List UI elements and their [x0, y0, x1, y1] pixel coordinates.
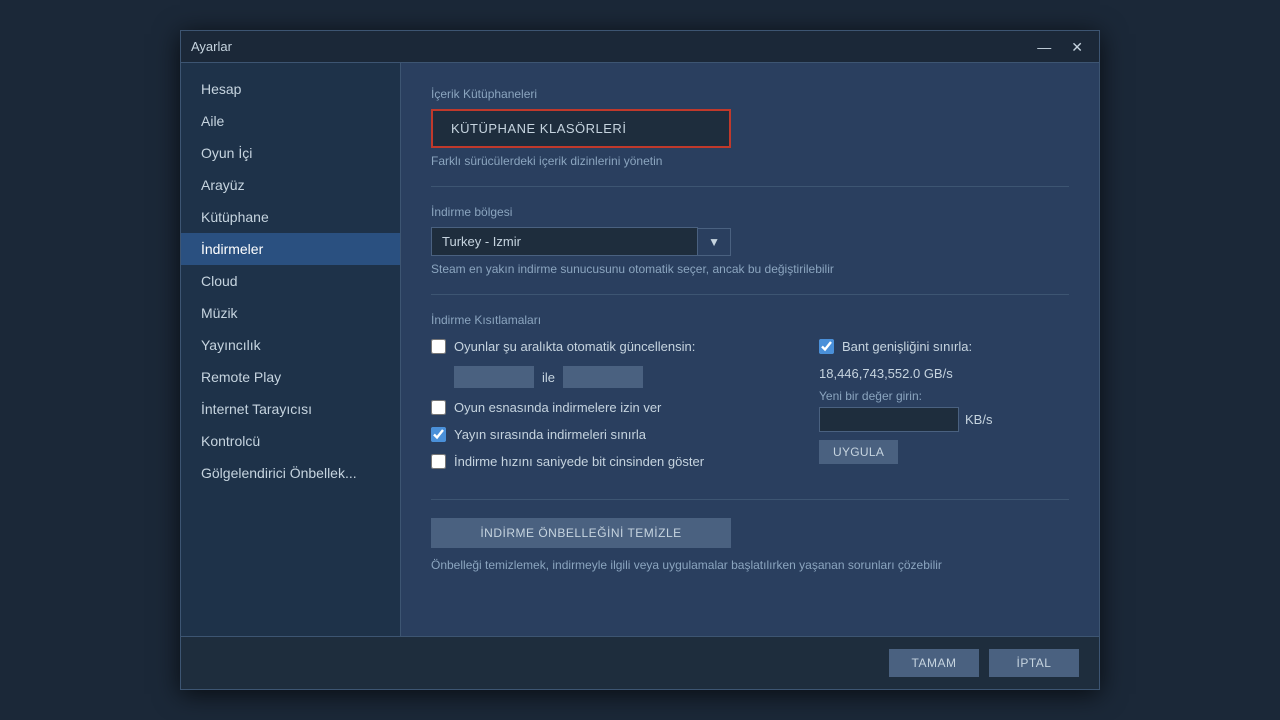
sidebar: HesapAileOyun İçiArayüzKütüphaneİndirmel…	[181, 63, 401, 636]
new-value-row: KB/s	[819, 407, 1069, 432]
select-arrow-icon: ▼	[698, 228, 731, 256]
sidebar-item-kontrolcu[interactable]: Kontrolcü	[181, 425, 400, 457]
sidebar-item-remote-play[interactable]: Remote Play	[181, 361, 400, 393]
sidebar-item-cloud[interactable]: Cloud	[181, 265, 400, 297]
restrictions-section-label: İndirme Kısıtlamaları	[431, 313, 1069, 327]
sidebar-item-aile[interactable]: Aile	[181, 105, 400, 137]
titlebar-controls: — ✕	[1031, 38, 1089, 56]
divider-2	[431, 294, 1069, 295]
restrictions-right: Bant genişliğini sınırla: 18,446,743,552…	[819, 339, 1069, 481]
settings-dialog: Ayarlar — ✕ HesapAileOyun İçiArayüzKütüp…	[180, 30, 1100, 690]
sidebar-item-hesap[interactable]: Hesap	[181, 73, 400, 105]
kbs-label: KB/s	[965, 412, 992, 427]
library-sub-text: Farklı sürücülerdeki içerik dizinlerini …	[431, 154, 1069, 168]
bandwidth-checkbox[interactable]	[819, 339, 834, 354]
time-to-input[interactable]	[563, 366, 643, 388]
show-speed-row: İndirme hızını saniyede bit cinsinden gö…	[431, 454, 779, 469]
clear-cache-button[interactable]: İNDİRME ÖNBELLEĞİNİ TEMİZLE	[431, 518, 731, 548]
library-section-label: İçerik Kütüphaneleri	[431, 87, 1069, 101]
sidebar-item-arayuz[interactable]: Arayüz	[181, 169, 400, 201]
apply-button[interactable]: UYGULA	[819, 440, 898, 464]
bandwidth-label: Bant genişliğini sınırla:	[842, 339, 972, 354]
new-value-input[interactable]	[819, 407, 959, 432]
time-from-input[interactable]	[454, 366, 534, 388]
download-region-label: İndirme bölgesi	[431, 205, 1069, 219]
close-button[interactable]: ✕	[1065, 38, 1089, 56]
divider-1	[431, 186, 1069, 187]
sidebar-item-kutuphane[interactable]: Kütüphane	[181, 201, 400, 233]
region-note: Steam en yakın indirme sunucusunu otomat…	[431, 262, 1069, 276]
dialog-title: Ayarlar	[191, 39, 232, 54]
sidebar-item-golgelendirici-onbellek[interactable]: Gölgelendirici Önbellek...	[181, 457, 400, 489]
cancel-button[interactable]: İPTAL	[989, 649, 1079, 677]
titlebar: Ayarlar — ✕	[181, 31, 1099, 63]
time-between-label: ile	[542, 370, 555, 385]
restrictions-left: Oyunlar şu aralıkta otomatik güncellensi…	[431, 339, 779, 481]
divider-3	[431, 499, 1069, 500]
bandwidth-value: 18,446,743,552.0 GB/s	[819, 366, 1069, 381]
dialog-body: HesapAileOyun İçiArayüzKütüphaneİndirmel…	[181, 63, 1099, 636]
region-select[interactable]: Turkey - IzmirTurkey - IstanbulGermany -…	[431, 227, 698, 256]
broadcast-checkbox[interactable]	[431, 427, 446, 442]
show-speed-checkbox[interactable]	[431, 454, 446, 469]
restrictions-grid: Oyunlar şu aralıkta otomatik güncellensi…	[431, 339, 1069, 481]
ok-button[interactable]: TAMAM	[889, 649, 979, 677]
sidebar-item-indirmeler[interactable]: İndirmeler	[181, 233, 400, 265]
auto-update-label: Oyunlar şu aralıkta otomatik güncellensi…	[454, 339, 695, 354]
content-area: İçerik Kütüphaneleri KÜTÜPHANE KLASÖRLER…	[401, 63, 1099, 636]
broadcast-row: Yayın sırasında indirmeleri sınırla	[431, 427, 779, 442]
library-folders-button[interactable]: KÜTÜPHANE KLASÖRLERİ	[431, 109, 731, 148]
sidebar-item-muzik[interactable]: Müzik	[181, 297, 400, 329]
time-range-row: ile	[454, 366, 779, 388]
show-speed-label: İndirme hızını saniyede bit cinsinden gö…	[454, 454, 704, 469]
minimize-button[interactable]: —	[1031, 38, 1057, 56]
sidebar-item-internet-tarayicisi[interactable]: İnternet Tarayıcısı	[181, 393, 400, 425]
clear-cache-note: Önbelleği temizlemek, indirmeyle ilgili …	[431, 558, 1069, 572]
in-game-checkbox[interactable]	[431, 400, 446, 415]
in-game-row: Oyun esnasında indirmelere izin ver	[431, 400, 779, 415]
sidebar-item-oyun-ici[interactable]: Oyun İçi	[181, 137, 400, 169]
broadcast-label: Yayın sırasında indirmeleri sınırla	[454, 427, 646, 442]
auto-update-row: Oyunlar şu aralıkta otomatik güncellensi…	[431, 339, 779, 354]
auto-update-checkbox[interactable]	[431, 339, 446, 354]
sidebar-item-yayincilik[interactable]: Yayıncılık	[181, 329, 400, 361]
dialog-footer: TAMAM İPTAL	[181, 636, 1099, 689]
bandwidth-row: Bant genişliğini sınırla:	[819, 339, 1069, 354]
new-value-label: Yeni bir değer girin:	[819, 389, 1069, 403]
in-game-label: Oyun esnasında indirmelere izin ver	[454, 400, 661, 415]
region-select-wrapper: Turkey - IzmirTurkey - IstanbulGermany -…	[431, 227, 731, 256]
